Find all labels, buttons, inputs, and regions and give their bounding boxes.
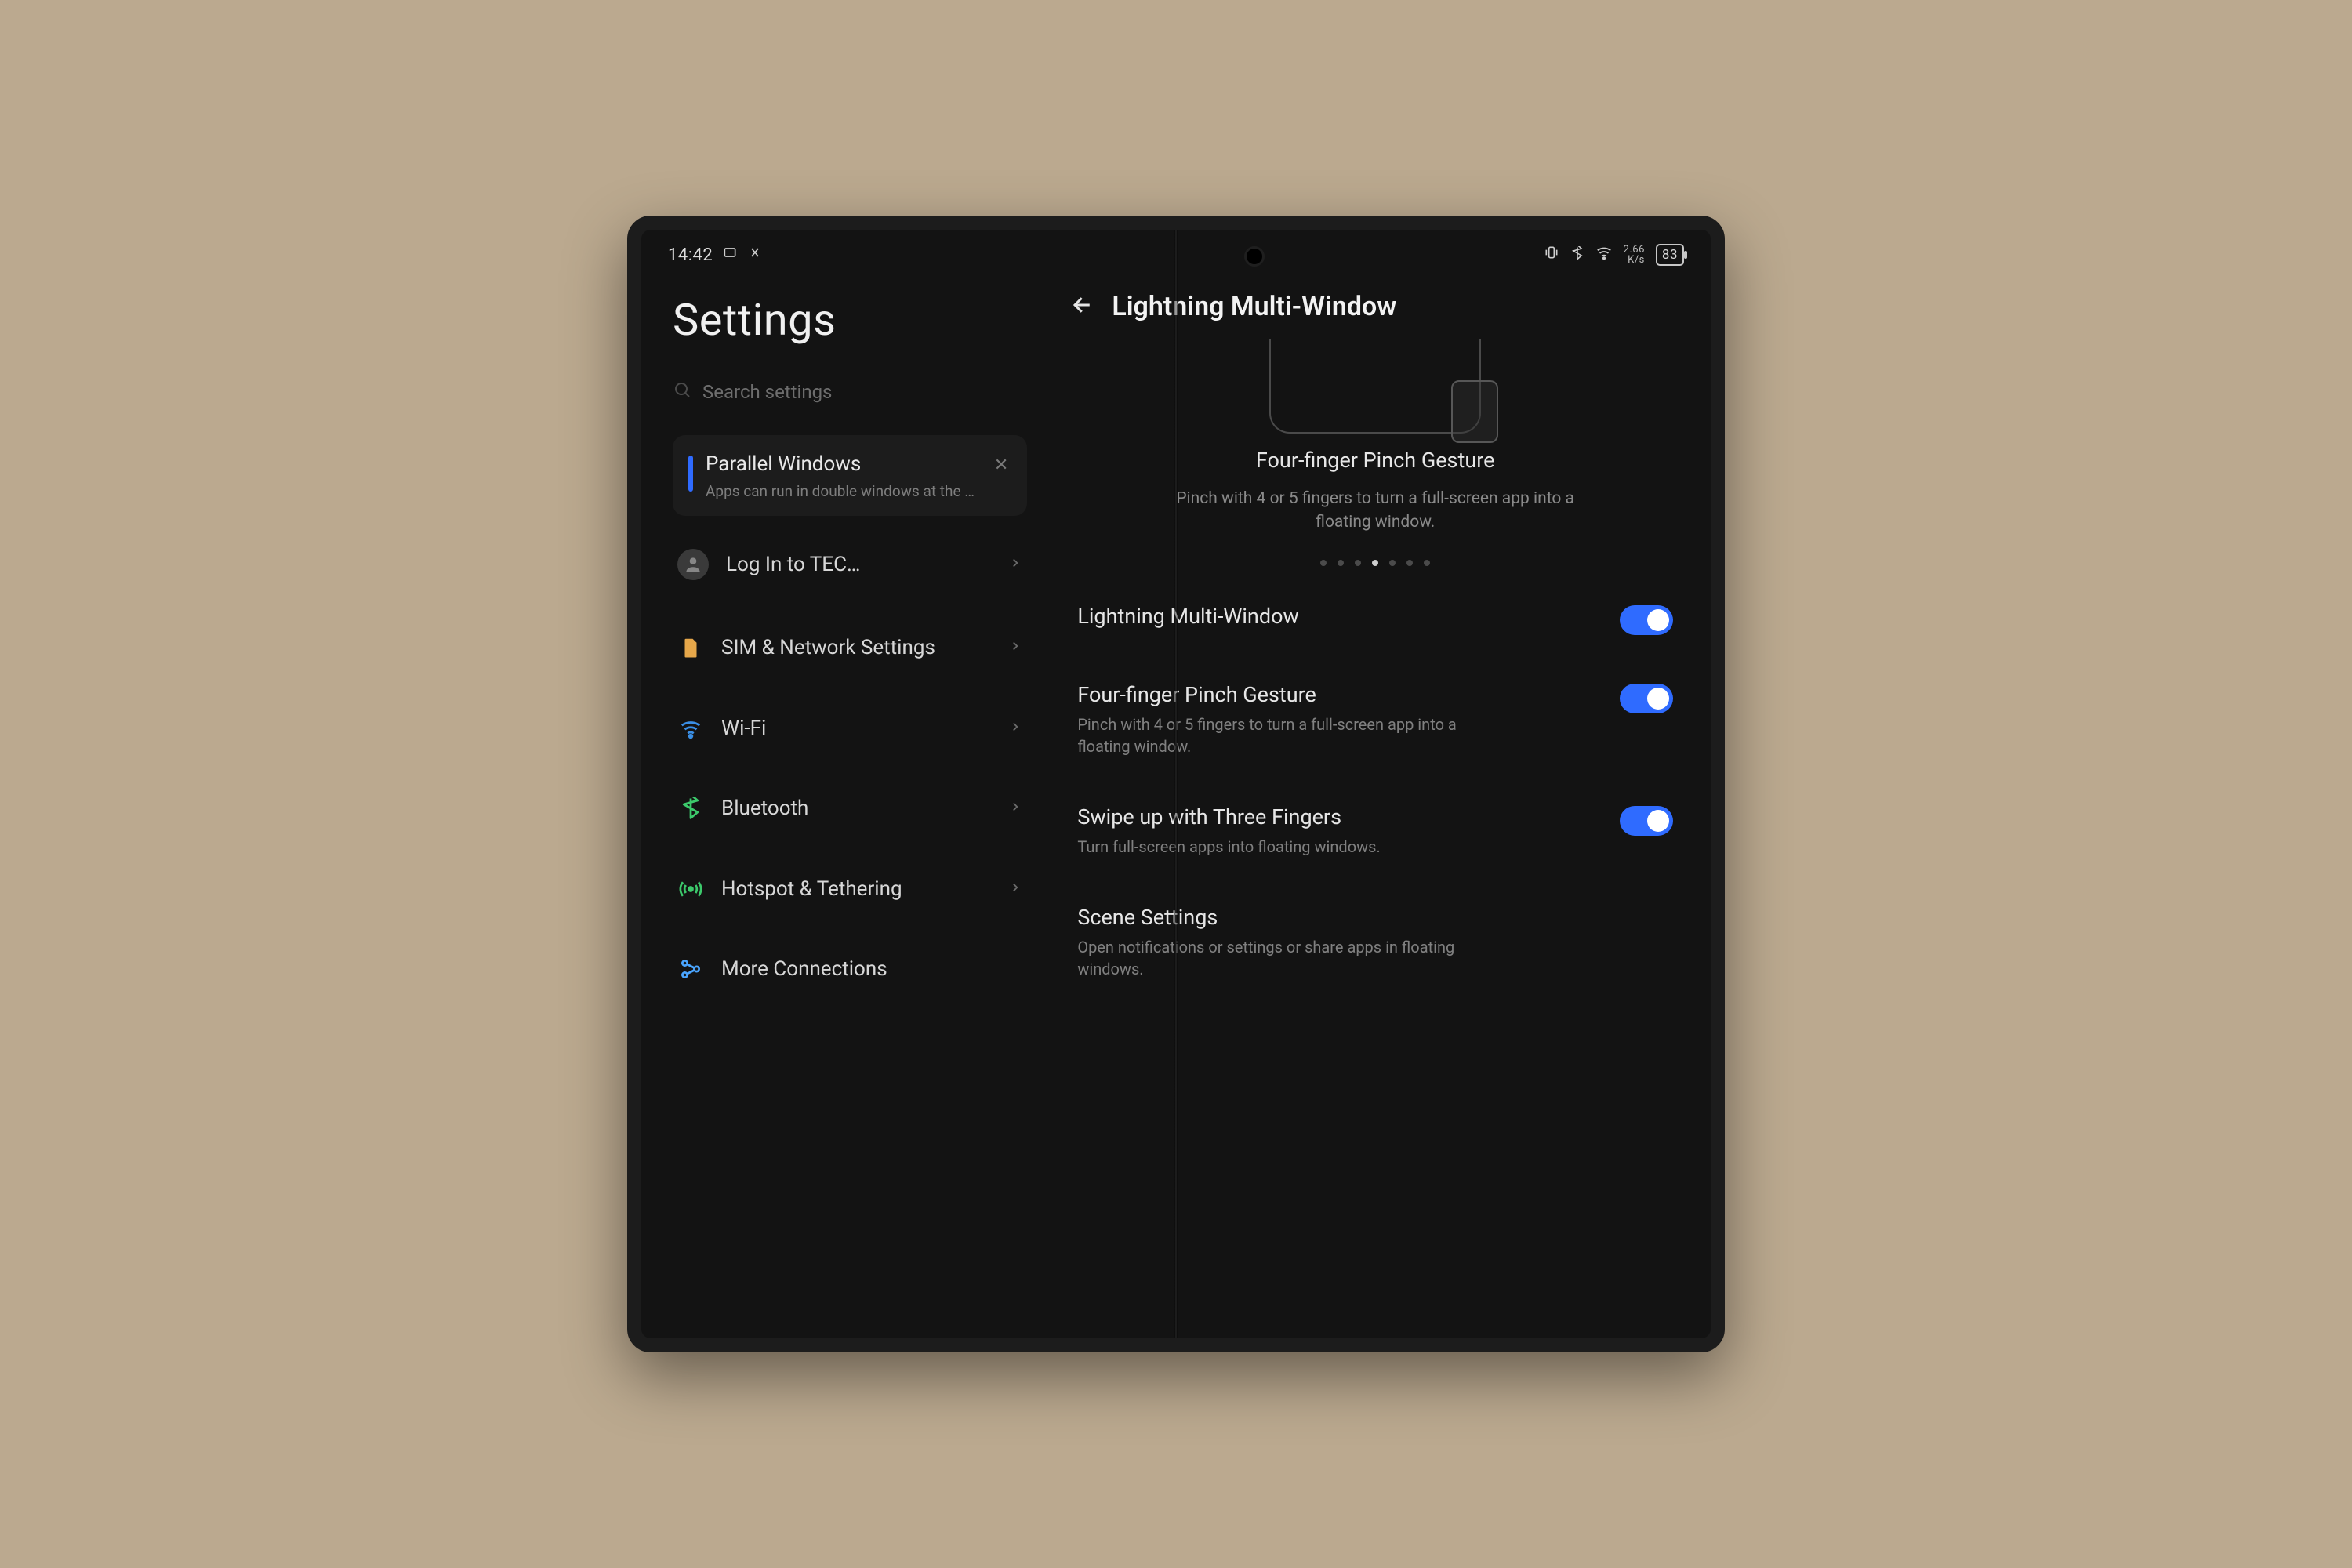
option-title: Four-finger Pinch Gesture bbox=[1077, 682, 1604, 707]
chevron-right-icon bbox=[1008, 880, 1022, 898]
option-four-finger-pinch[interactable]: Four-finger Pinch Gesture Pinch with 4 o… bbox=[1071, 659, 1679, 781]
battery-indicator: 83 bbox=[1656, 244, 1684, 266]
card-close-button[interactable]: ✕ bbox=[989, 452, 1013, 478]
status-bar: 14:42 2.66K/s 83 bbox=[641, 230, 1711, 270]
login-row[interactable]: Log In to TEC… bbox=[673, 527, 1027, 602]
sidebar-item-label: Wi-Fi bbox=[721, 716, 991, 742]
chevron-right-icon bbox=[1008, 639, 1022, 656]
option-title: Lightning Multi-Window bbox=[1077, 604, 1604, 629]
option-subtitle: Turn full-screen apps into floating wind… bbox=[1077, 836, 1485, 858]
toggle-swipe-three-fingers[interactable] bbox=[1620, 806, 1673, 836]
hero-title: Four-finger Pinch Gesture bbox=[1256, 448, 1495, 473]
hotspot-icon bbox=[677, 877, 704, 901]
sidebar-item-label: Bluetooth bbox=[721, 796, 991, 822]
option-subtitle: Open notifications or settings or share … bbox=[1077, 936, 1485, 980]
option-swipe-three-fingers[interactable]: Swipe up with Three Fingers Turn full-sc… bbox=[1071, 781, 1679, 881]
login-label: Log In to TEC… bbox=[726, 552, 991, 578]
sidebar-item-label: More Connections bbox=[721, 956, 1022, 982]
sidebar-item-hotspot[interactable]: Hotspot & Tethering bbox=[673, 855, 1027, 924]
avatar-icon bbox=[677, 549, 709, 580]
toggle-four-finger-pinch[interactable] bbox=[1620, 684, 1673, 713]
status-time: 14:42 bbox=[668, 245, 713, 265]
sidebar-item-wifi[interactable]: Wi-Fi bbox=[673, 694, 1027, 764]
gesture-hero[interactable]: Four-finger Pinch Gesture Pinch with 4 o… bbox=[1071, 339, 1679, 580]
sidebar-item-more-connections[interactable]: More Connections bbox=[673, 935, 1027, 1004]
page-title: Settings bbox=[673, 294, 1027, 346]
device-frame: 14:42 2.66K/s 83 bbox=[627, 216, 1725, 1352]
vibrate-icon bbox=[1544, 245, 1559, 265]
chevron-right-icon bbox=[1008, 556, 1022, 573]
wifi-icon bbox=[677, 717, 704, 740]
option-scene-settings[interactable]: Scene Settings Open notifications or set… bbox=[1071, 881, 1679, 1004]
chevron-right-icon bbox=[1008, 720, 1022, 737]
option-subtitle: Pinch with 4 or 5 fingers to turn a full… bbox=[1077, 713, 1485, 757]
detail-title: Lightning Multi-Window bbox=[1112, 291, 1396, 322]
settings-master-pane: Settings Search settings Parallel Window… bbox=[641, 270, 1047, 1338]
toggle-lightning-multiwindow[interactable] bbox=[1620, 605, 1673, 635]
hero-subtitle: Pinch with 4 or 5 fingers to turn a full… bbox=[1171, 487, 1579, 535]
sidebar-item-label: Hotspot & Tethering bbox=[721, 877, 991, 902]
settings-detail-pane: Lightning Multi-Window Four-finger Pinch… bbox=[1047, 270, 1711, 1338]
sidebar-item-sim[interactable]: SIM & Network Settings bbox=[673, 613, 1027, 683]
bluetooth-status-icon bbox=[1570, 245, 1584, 265]
carousel-dots[interactable] bbox=[1320, 560, 1430, 566]
option-lightning-multiwindow[interactable]: Lightning Multi-Window bbox=[1071, 580, 1679, 659]
status-cast-icon bbox=[747, 245, 763, 265]
option-title: Swipe up with Three Fingers bbox=[1077, 804, 1604, 829]
back-button[interactable] bbox=[1071, 293, 1094, 320]
wifi-status-icon bbox=[1595, 244, 1613, 266]
card-subtitle: Apps can run in double windows at the sa… bbox=[706, 482, 977, 500]
card-accent bbox=[688, 456, 693, 492]
gesture-illustration bbox=[1269, 339, 1481, 434]
net-rate: 2.66K/s bbox=[1624, 245, 1645, 265]
parallel-windows-card[interactable]: Parallel Windows Apps can run in double … bbox=[673, 435, 1027, 516]
search-icon bbox=[673, 380, 691, 404]
card-title: Parallel Windows bbox=[706, 452, 977, 476]
sidebar-item-bluetooth[interactable]: Bluetooth bbox=[673, 774, 1027, 844]
front-camera bbox=[1247, 249, 1262, 264]
option-title: Scene Settings bbox=[1077, 905, 1673, 930]
search-placeholder: Search settings bbox=[702, 381, 832, 403]
bluetooth-icon bbox=[677, 797, 704, 820]
chevron-right-icon bbox=[1008, 800, 1022, 817]
sim-icon bbox=[677, 636, 704, 659]
status-notif-icon bbox=[722, 245, 738, 265]
search-settings[interactable]: Search settings bbox=[673, 380, 1027, 404]
sidebar-item-label: SIM & Network Settings bbox=[721, 635, 991, 661]
connections-icon bbox=[677, 957, 704, 981]
